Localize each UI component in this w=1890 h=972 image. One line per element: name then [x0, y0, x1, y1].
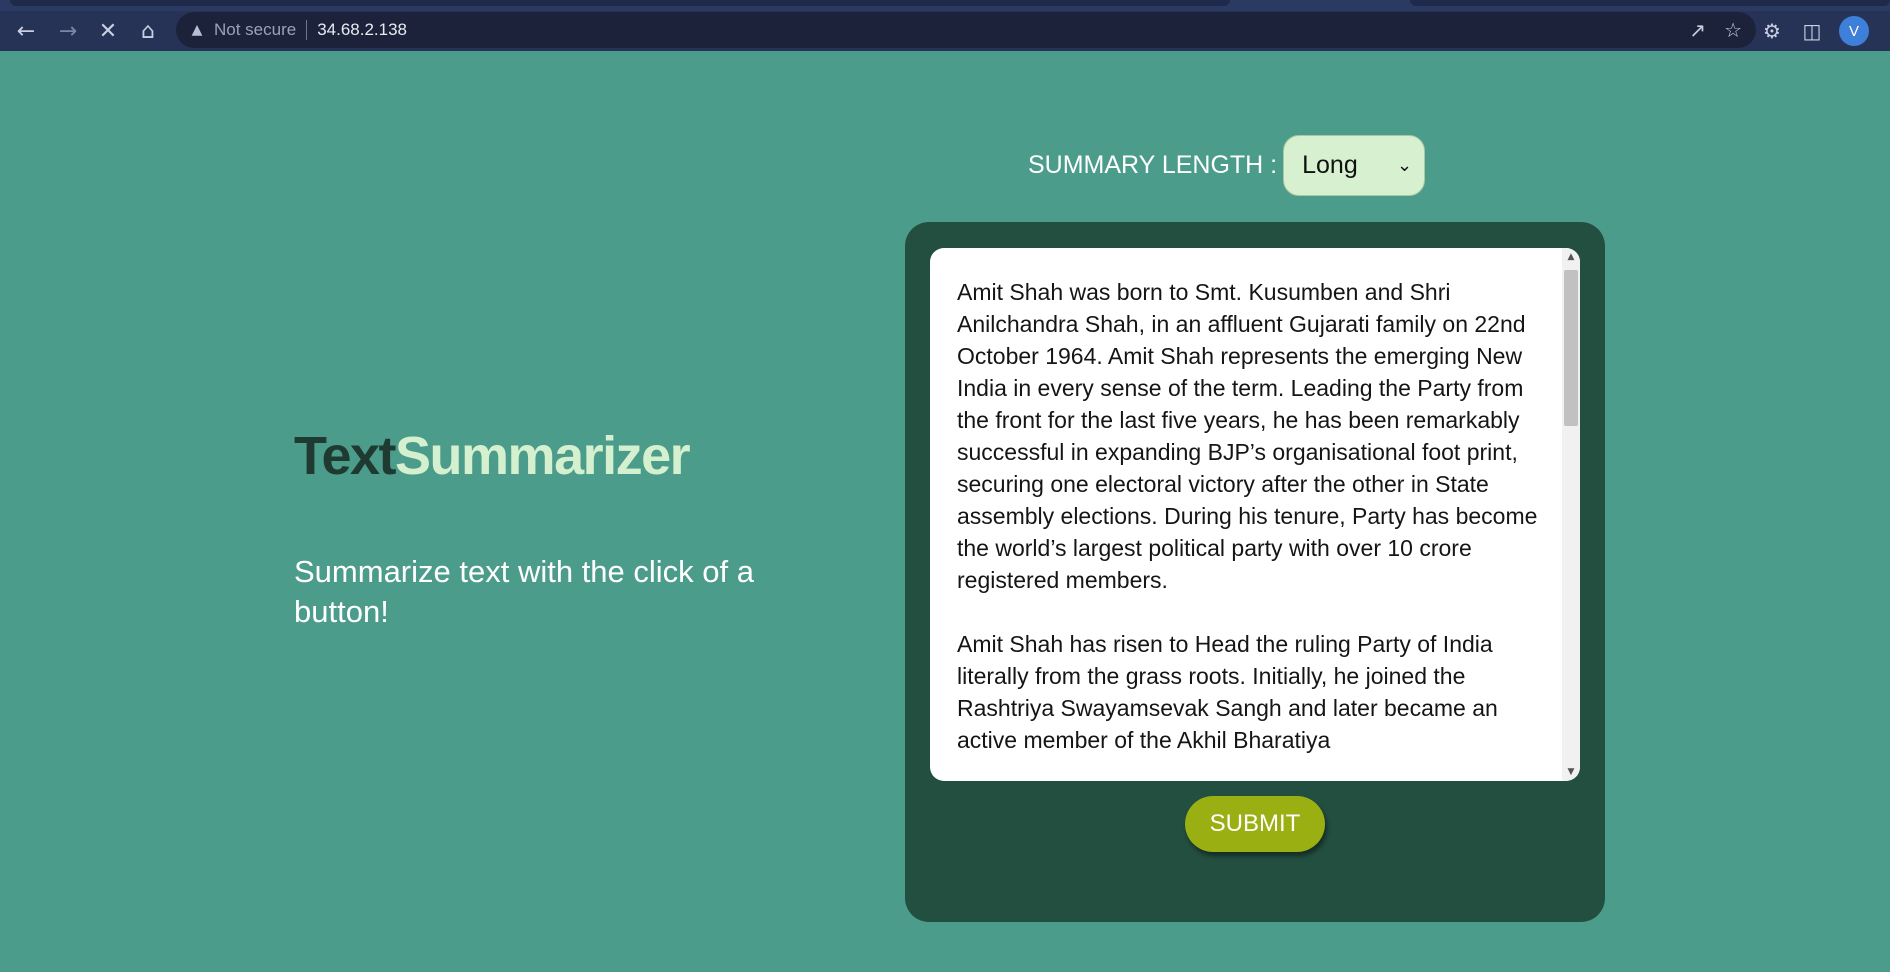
url-text[interactable]: 34.68.2.138 — [317, 20, 407, 40]
side-panel-icon[interactable]: ◫ — [1796, 15, 1828, 47]
browser-tab[interactable] — [1410, 0, 1890, 6]
brand-summarizer-part: Summarizer — [395, 426, 691, 486]
input-text-content: Amit Shah was born to Smt. Kusumben and … — [957, 276, 1547, 781]
chevron-down-icon: ⌄ — [1397, 155, 1413, 175]
tagline: Summarize text with the click of a butto… — [294, 554, 754, 629]
brand-logo: TextSummarizer — [294, 425, 691, 487]
scrollbar-thumb[interactable] — [1564, 270, 1578, 426]
security-status[interactable]: Not secure — [214, 20, 296, 40]
summary-length-control: SUMMARY LENGTH : Long ⌄ — [1028, 135, 1426, 196]
back-icon[interactable]: ← — [10, 15, 42, 47]
stop-loading-icon[interactable]: ✕ — [92, 15, 124, 47]
scroll-up-arrow-icon[interactable]: ▲ — [1562, 248, 1580, 266]
browser-tabstrip — [0, 0, 1890, 11]
bookmark-star-icon[interactable]: ☆ — [1724, 18, 1742, 42]
summarizer-panel: Amit Shah was born to Smt. Kusumben and … — [905, 222, 1605, 922]
warning-icon[interactable]: ▲ — [188, 22, 206, 38]
submit-button[interactable]: SUBMIT — [1185, 796, 1325, 852]
input-textarea[interactable]: Amit Shah was born to Smt. Kusumben and … — [930, 248, 1580, 781]
summary-length-value: Long — [1302, 151, 1358, 179]
browser-tab[interactable] — [10, 0, 1230, 6]
forward-icon[interactable]: → — [52, 15, 84, 47]
browser-toolbar: ← → ✕ ⌂ ▲ Not secure 34.68.2.138 ↗ ☆ ⚙ ◫… — [0, 11, 1890, 51]
home-icon[interactable]: ⌂ — [132, 15, 164, 47]
extensions-puzzle-icon[interactable]: ⚙ — [1756, 15, 1788, 47]
profile-avatar[interactable]: V — [1839, 16, 1869, 46]
address-separator — [306, 20, 308, 40]
share-icon[interactable]: ↗ — [1689, 18, 1706, 42]
textarea-scrollbar[interactable]: ▲ ▼ — [1562, 248, 1580, 781]
summary-length-select[interactable]: Long ⌄ — [1283, 135, 1426, 196]
scroll-down-arrow-icon[interactable]: ▼ — [1562, 763, 1580, 781]
brand-text-part: Text — [294, 426, 397, 486]
input-paragraph: Amit Shah has risen to Head the ruling P… — [957, 631, 1498, 753]
address-bar-actions: ↗ ☆ — [1689, 18, 1742, 42]
summary-length-label: SUMMARY LENGTH : — [1028, 151, 1278, 179]
address-bar[interactable]: ▲ Not secure 34.68.2.138 ↗ ☆ — [176, 12, 1756, 48]
input-paragraph: Amit Shah was born to Smt. Kusumben and … — [957, 279, 1538, 593]
